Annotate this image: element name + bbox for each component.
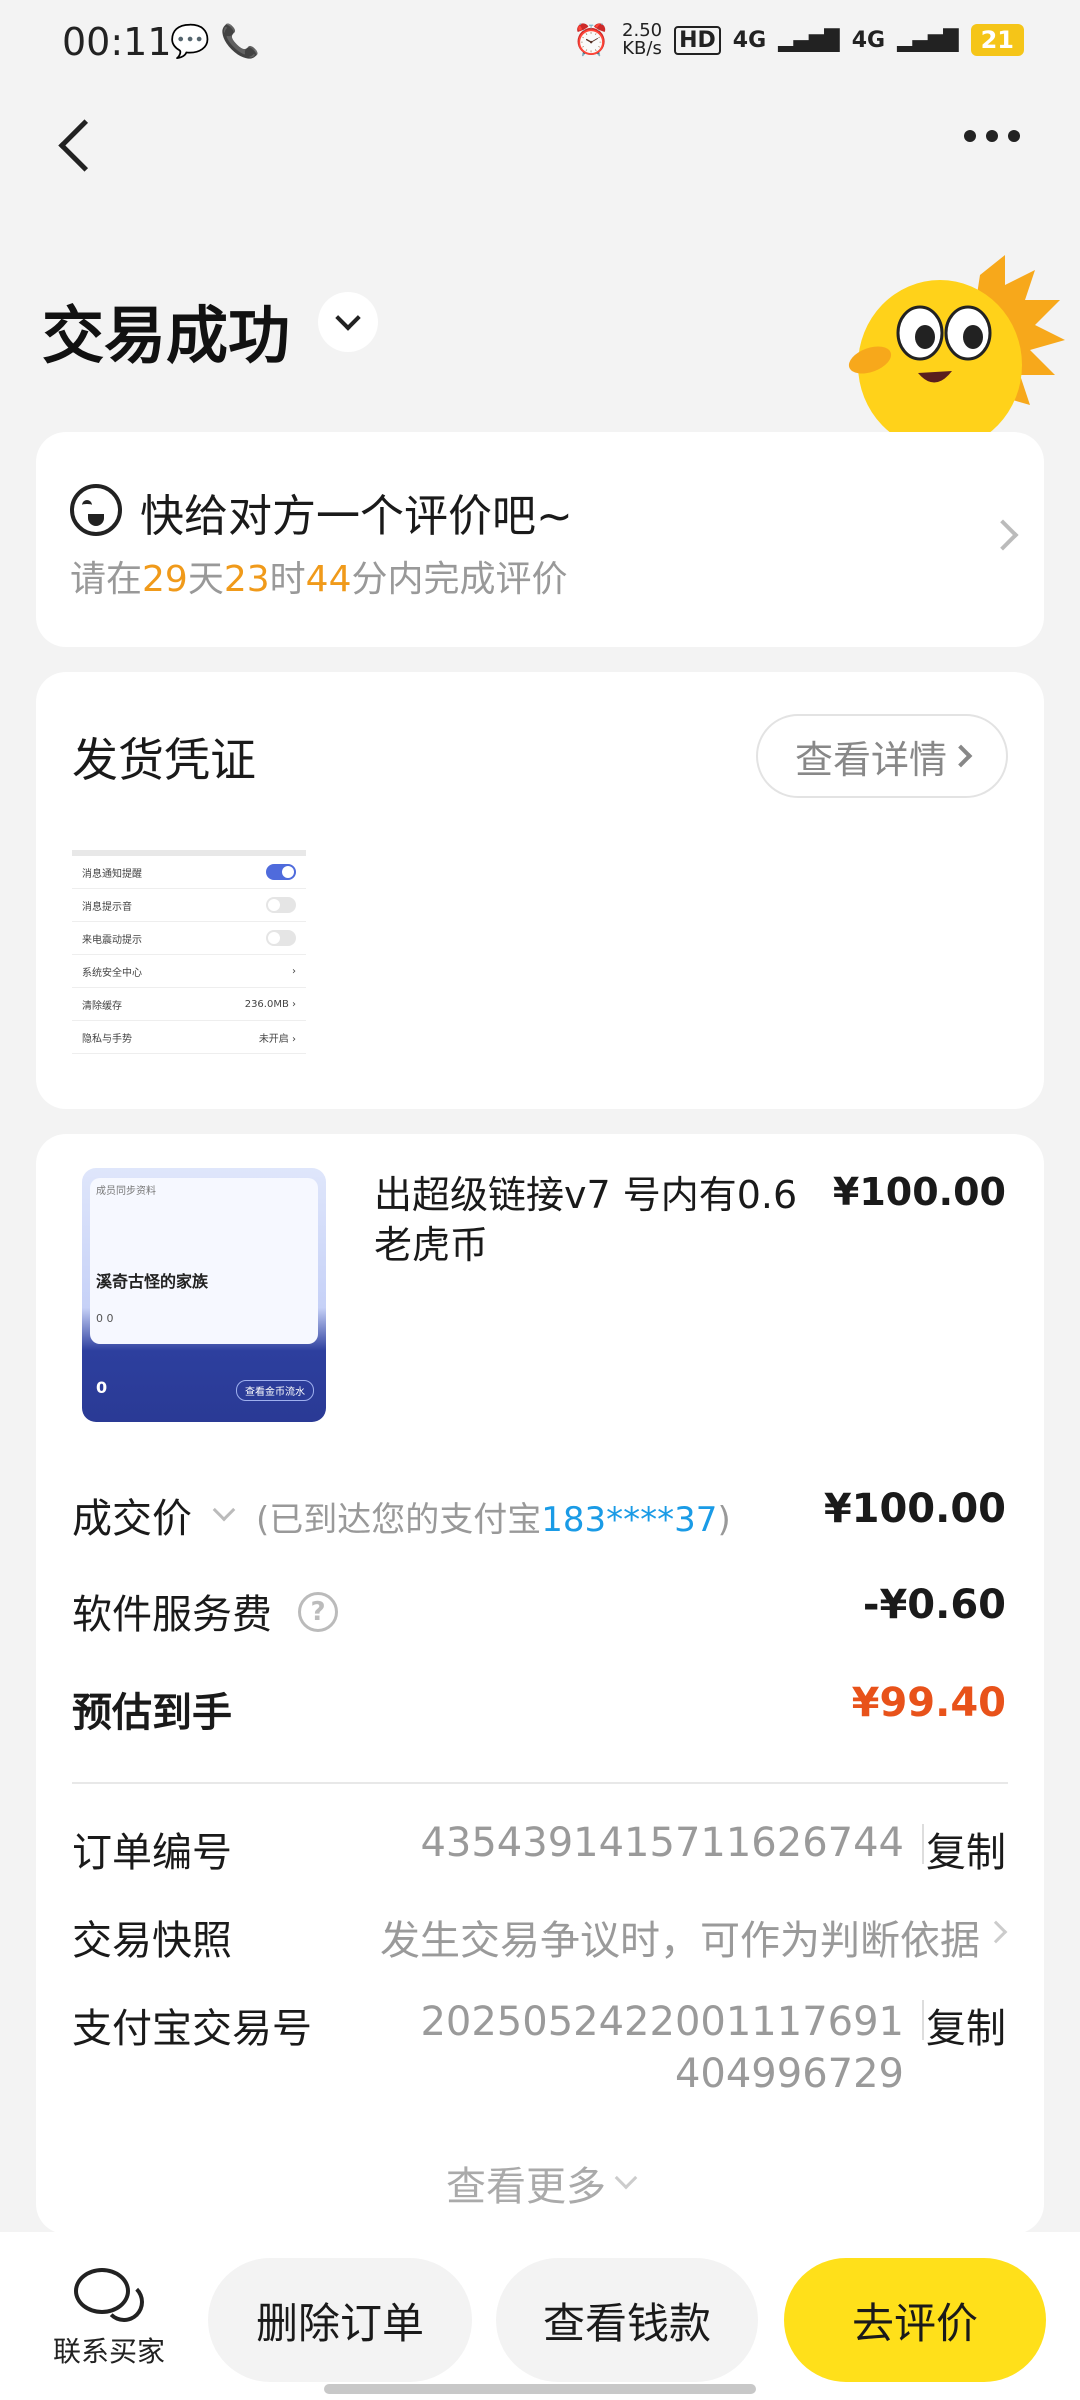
product-title[interactable]: 出超级链接v7 号内有0.6老虎币 — [374, 1170, 804, 1270]
toggle-off-icon — [266, 930, 296, 946]
review-countdown: 请在29天23时44分内完成评价 — [70, 559, 568, 600]
thumb-row: 隐私与手势 未开启 › — [72, 1021, 306, 1054]
chevron-right-icon — [987, 519, 1019, 551]
signal-bars-icon: ▂▄▆█ — [778, 28, 840, 52]
copy-order-number-button[interactable]: 复制 — [926, 1820, 1006, 1878]
signal-1: 4G — [732, 27, 767, 53]
deal-price-label[interactable]: 成交价 — [72, 1486, 192, 1544]
more-dot — [964, 130, 976, 142]
chevron-right-icon — [984, 1920, 1008, 1944]
hd-icon: HD — [674, 25, 721, 55]
service-fee-value: -¥0.60 — [862, 1582, 1006, 1628]
thumb-row: 来电震动提示 — [72, 922, 306, 955]
expand-status-button[interactable] — [318, 292, 378, 352]
snapshot-label[interactable]: 交易快照 — [72, 1908, 232, 1966]
emoji-face-icon — [70, 484, 122, 536]
net-speed: 2.50 KB/s — [622, 20, 663, 59]
view-details-button[interactable]: 查看详情 — [756, 714, 1008, 798]
toggle-off-icon — [266, 897, 296, 913]
proof-screenshot-thumbnail[interactable]: 消息通知提醒 消息提示音 来电震动提示 系统安全中心 › 清除缓存 236.0MB … — [72, 850, 306, 1072]
more-dot — [986, 130, 998, 142]
chevron-down-icon[interactable] — [212, 1498, 236, 1522]
status-time: 00:11 — [62, 20, 172, 64]
alarm-icon: ⏰ — [572, 22, 611, 58]
copy-alipay-number-button[interactable]: 复制 — [926, 1996, 1006, 2054]
alipay-trade-value: 2025052422001117691404996729 — [420, 1999, 904, 2097]
signal-2: 4G — [851, 27, 886, 53]
order-number-value: 4354391415711626744 — [420, 1820, 904, 1866]
notification-icons: 💬 📞 — [170, 22, 260, 60]
separator — [922, 1824, 924, 1864]
separator — [922, 2000, 924, 2040]
chat-bubble-icon — [74, 2268, 144, 2324]
status-bar: 00:11 💬 📞 ⏰ 2.50 KB/s HD 4G ▂▄▆█ 4G ▂▄▆█… — [0, 0, 1080, 84]
product-price: ¥100.00 — [832, 1170, 1006, 1214]
mascot-illustration — [848, 255, 1065, 435]
estimate-label: 预估到手 — [72, 1690, 232, 1736]
contact-buyer-button[interactable]: 联系买家 — [44, 2268, 174, 2370]
thumb-row: 清除缓存 236.0MB › — [72, 988, 306, 1021]
alipay-trade-label: 支付宝交易号 — [72, 2006, 312, 2052]
view-funds-button[interactable]: 查看钱款 — [496, 2258, 758, 2382]
back-button[interactable] — [50, 110, 110, 180]
page-title: 交易成功 — [42, 299, 291, 372]
thumb-row: 消息提示音 — [72, 889, 306, 922]
order-number-label: 订单编号 — [72, 1830, 232, 1876]
service-fee-label: 软件服务费 — [72, 1592, 272, 1638]
review-reminder-card[interactable]: 快给对方一个评价吧~ 请在29天23时44分内完成评价 — [36, 432, 1044, 647]
bottom-action-bar: 联系买家 删除订单 查看钱款 去评价 — [0, 2232, 1080, 2400]
more-button[interactable] — [964, 130, 1020, 142]
estimate-value: ¥99.40 — [851, 1680, 1006, 1726]
thumb-row: 系统安全中心 › — [72, 955, 306, 988]
order-card: 成员同步资料 溪奇古怪的家族 0 0 0 查看金币流水 出超级链接v7 号内有0… — [36, 1134, 1044, 2234]
go-review-button[interactable]: 去评价 — [784, 2258, 1046, 2382]
deal-note: (已到达您的支付宝183****37) — [256, 1500, 731, 1540]
proof-title: 发货凭证 — [72, 733, 256, 787]
delivery-proof-card: 发货凭证 查看详情 消息通知提醒 消息提示音 来电震动提示 系统安全中心 › 清除… — [36, 672, 1044, 1109]
thumb-row: 消息通知提醒 — [72, 856, 306, 889]
home-indicator[interactable] — [324, 2384, 756, 2394]
deal-price-value: ¥100.00 — [823, 1486, 1006, 1532]
see-more-button[interactable]: 查看更多 — [36, 2154, 1044, 2212]
battery-icon: 21 — [970, 24, 1024, 56]
chevron-down-icon — [614, 2166, 638, 2190]
chevron-right-icon — [949, 744, 973, 768]
help-icon[interactable]: ? — [298, 1592, 338, 1632]
review-title: 快给对方一个评价吧~ — [140, 491, 573, 542]
delete-order-button[interactable]: 删除订单 — [208, 2258, 472, 2382]
more-dot — [1008, 130, 1020, 142]
status-right: ⏰ 2.50 KB/s HD 4G ▂▄▆█ 4G ▂▄▆█ 21 — [573, 22, 1024, 58]
divider — [72, 1782, 1008, 1784]
product-image[interactable]: 成员同步资料 溪奇古怪的家族 0 0 0 查看金币流水 — [82, 1168, 326, 1422]
signal-bars-icon: ▂▄▆█ — [897, 28, 959, 52]
toggle-on-icon — [266, 864, 296, 880]
snapshot-value[interactable]: 发生交易争议时，可作为判断依据 — [380, 1908, 980, 1966]
